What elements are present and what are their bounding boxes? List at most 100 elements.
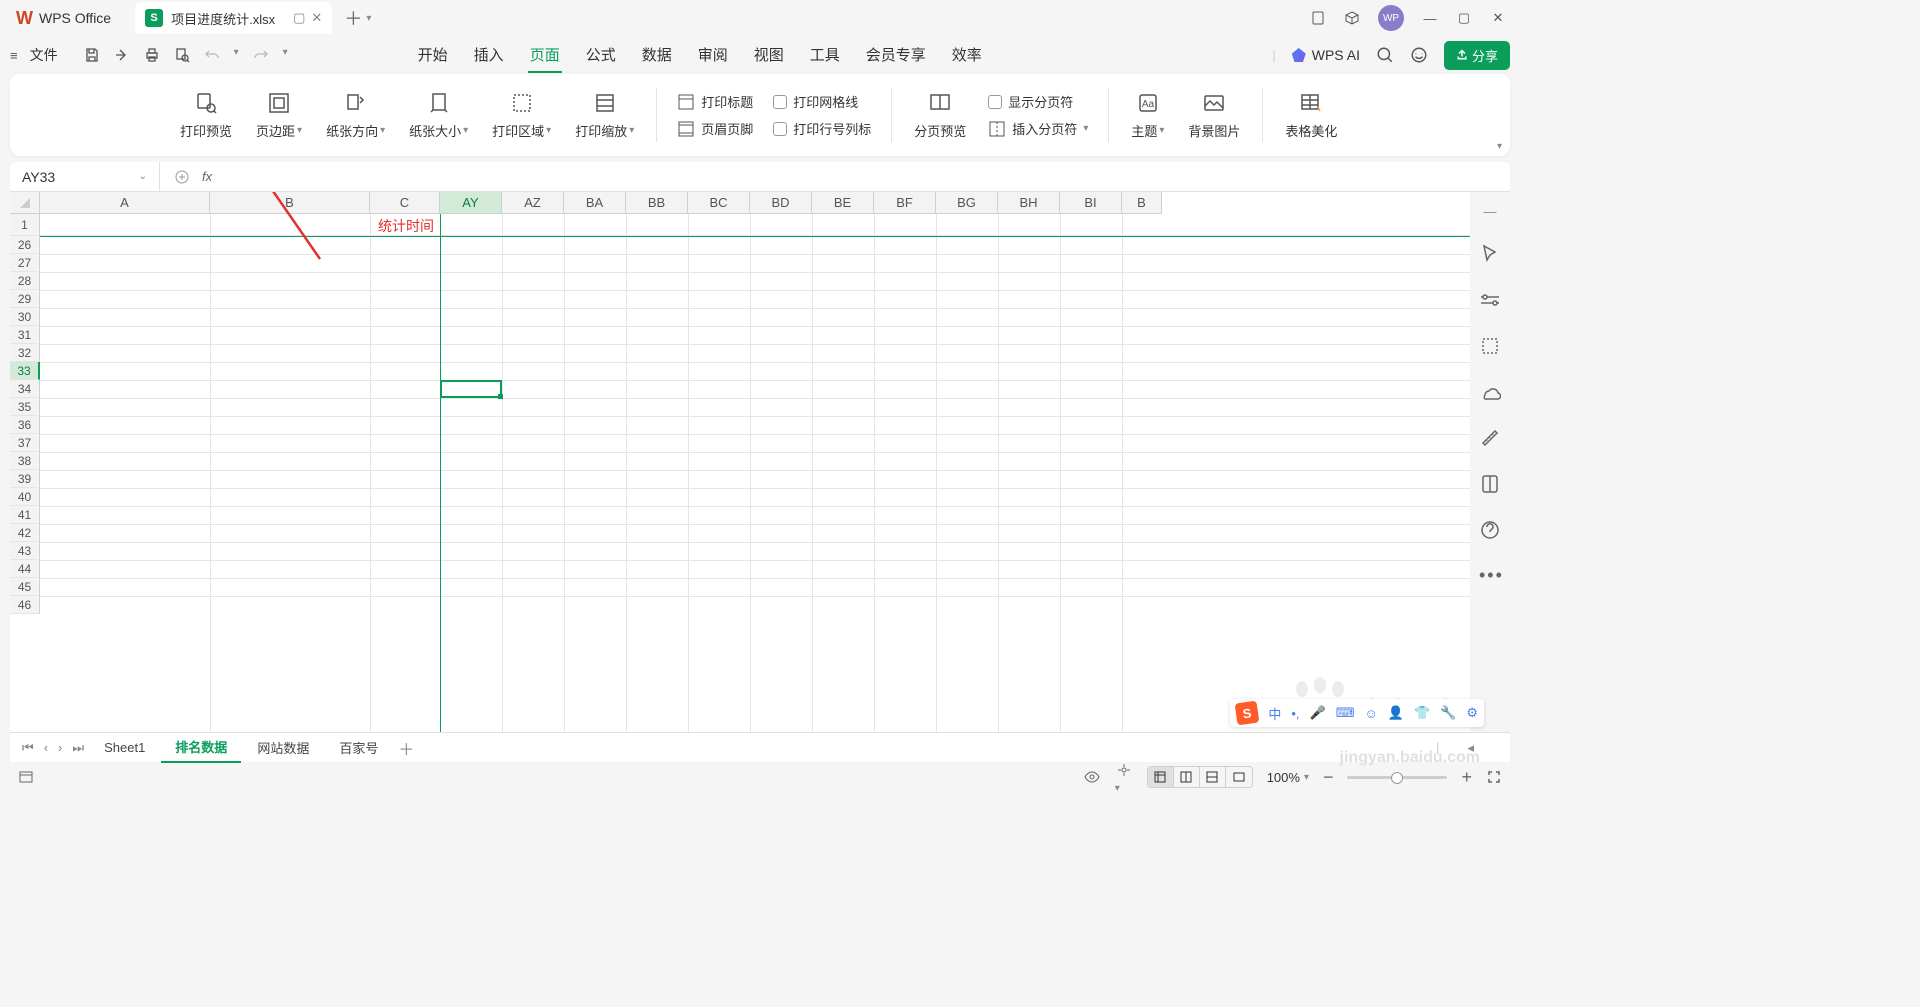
tab-view[interactable]: 视图 bbox=[752, 38, 786, 73]
cells-area[interactable]: 统计时间 bbox=[40, 214, 1470, 732]
ime-toolbox-icon[interactable]: 🔧 bbox=[1440, 705, 1456, 721]
paper-size-button[interactable]: 纸张大小▾ bbox=[399, 91, 478, 140]
smiley-icon[interactable] bbox=[1410, 46, 1428, 64]
search-icon[interactable] bbox=[1376, 46, 1394, 64]
row-header-35[interactable]: 35 bbox=[10, 398, 40, 416]
select-all-corner[interactable] bbox=[10, 192, 40, 214]
maximize-button[interactable]: ▢ bbox=[1456, 10, 1472, 26]
row-header-30[interactable]: 30 bbox=[10, 308, 40, 326]
focus-icon[interactable]: ▾ bbox=[1115, 761, 1133, 794]
tab-formula[interactable]: 公式 bbox=[584, 38, 618, 73]
paper-direction-button[interactable]: 纸张方向▾ bbox=[316, 91, 395, 140]
ime-user-icon[interactable]: 👤 bbox=[1388, 705, 1404, 721]
namebox-dropdown-icon[interactable]: ⌄ bbox=[139, 171, 147, 182]
zoom-in-button[interactable]: + bbox=[1461, 767, 1472, 788]
col-header-bf[interactable]: BF bbox=[874, 192, 936, 214]
col-header-partial[interactable]: B bbox=[1122, 192, 1162, 214]
row-header-40[interactable]: 40 bbox=[10, 488, 40, 506]
theme-button[interactable]: Aa 主题▾ bbox=[1121, 91, 1174, 140]
sheet-prev-icon[interactable]: ‹ bbox=[40, 740, 52, 755]
table-beautify-button[interactable]: 表格美化 bbox=[1275, 91, 1347, 140]
col-header-b[interactable]: B bbox=[210, 192, 370, 214]
document-tab[interactable]: S 项目进度统计.xlsx ▢ ✕ bbox=[135, 2, 332, 34]
sheet-first-icon[interactable]: ⏮ bbox=[18, 740, 38, 756]
sheet-tab-sheet1[interactable]: Sheet1 bbox=[90, 735, 159, 760]
ime-lang[interactable]: 中 bbox=[1268, 704, 1281, 723]
tab-member[interactable]: 会员专享 bbox=[864, 38, 928, 73]
row-header-32[interactable]: 32 bbox=[10, 344, 40, 362]
row-header-33[interactable]: 33 bbox=[10, 362, 40, 380]
tab-close-icon[interactable]: ✕ bbox=[311, 10, 322, 26]
ime-emoji-icon[interactable]: ☺ bbox=[1365, 706, 1378, 721]
show-page-breaks-checkbox[interactable]: 显示分页符 bbox=[988, 92, 1088, 111]
cloud-tool-icon[interactable] bbox=[1479, 381, 1501, 403]
bg-picture-button[interactable]: 背景图片 bbox=[1178, 91, 1250, 140]
sheet-next-icon[interactable]: › bbox=[54, 740, 66, 755]
redo-icon[interactable] bbox=[253, 47, 269, 63]
ime-voice-icon[interactable]: 🎤 bbox=[1310, 705, 1326, 721]
col-header-bi[interactable]: BI bbox=[1060, 192, 1122, 214]
row-header-42[interactable]: 42 bbox=[10, 524, 40, 542]
row-header-39[interactable]: 39 bbox=[10, 470, 40, 488]
eye-icon[interactable] bbox=[1083, 768, 1101, 786]
crop-tool-icon[interactable] bbox=[1479, 335, 1501, 357]
fullscreen-icon[interactable] bbox=[1486, 769, 1502, 785]
row-header-26[interactable]: 26 bbox=[10, 236, 40, 254]
sheet-last-icon[interactable]: ⏭ bbox=[68, 740, 88, 756]
tab-start[interactable]: 开始 bbox=[416, 38, 450, 73]
reading-view-button[interactable] bbox=[1226, 767, 1252, 787]
tab-options-icon[interactable]: ▢ bbox=[293, 10, 305, 26]
file-menu[interactable]: 文件 bbox=[22, 41, 66, 69]
settings-tool-icon[interactable] bbox=[1479, 289, 1501, 311]
row-header-36[interactable]: 36 bbox=[10, 416, 40, 434]
device-icon[interactable] bbox=[1310, 10, 1326, 26]
col-header-bg[interactable]: BG bbox=[936, 192, 998, 214]
row-header-1[interactable]: 1 bbox=[10, 214, 40, 236]
col-header-bc[interactable]: BC bbox=[688, 192, 750, 214]
tab-tools[interactable]: 工具 bbox=[808, 38, 842, 73]
print-title-button[interactable]: 打印标题 bbox=[677, 92, 753, 111]
wps-ai-button[interactable]: WPS AI bbox=[1292, 47, 1360, 63]
row-header-31[interactable]: 31 bbox=[10, 326, 40, 344]
ime-settings-icon[interactable]: ⚙ bbox=[1466, 705, 1478, 721]
more-tool-icon[interactable]: ••• bbox=[1479, 565, 1501, 587]
add-sheet-button[interactable]: ＋ bbox=[394, 736, 418, 760]
col-header-ay[interactable]: AY bbox=[440, 192, 502, 214]
col-header-az[interactable]: AZ bbox=[502, 192, 564, 214]
ime-skin-icon[interactable]: 👕 bbox=[1414, 705, 1430, 721]
sheet-tab-ranking[interactable]: 排名数据 bbox=[161, 732, 241, 763]
col-header-ba[interactable]: BA bbox=[564, 192, 626, 214]
zoom-level[interactable]: 100%▾ bbox=[1267, 770, 1309, 785]
sheet-tab-baijia[interactable]: 百家号 bbox=[325, 733, 392, 762]
tab-page[interactable]: 页面 bbox=[528, 38, 562, 73]
row-header-29[interactable]: 29 bbox=[10, 290, 40, 308]
print-gridlines-checkbox[interactable]: 打印网格线 bbox=[773, 92, 871, 111]
col-header-c[interactable]: C bbox=[370, 192, 440, 214]
row-header-34[interactable]: 34 bbox=[10, 380, 40, 398]
row-header-37[interactable]: 37 bbox=[10, 434, 40, 452]
col-header-bd[interactable]: BD bbox=[750, 192, 812, 214]
row-header-43[interactable]: 43 bbox=[10, 542, 40, 560]
page-margin-button[interactable]: 页边距▾ bbox=[246, 91, 312, 140]
col-header-a[interactable]: A bbox=[40, 192, 210, 214]
row-header-38[interactable]: 38 bbox=[10, 452, 40, 470]
row-header-27[interactable]: 27 bbox=[10, 254, 40, 272]
row-header-44[interactable]: 44 bbox=[10, 560, 40, 578]
print-area-button[interactable]: 打印区域▾ bbox=[482, 91, 561, 140]
tab-insert[interactable]: 插入 bbox=[472, 38, 506, 73]
ime-punct-icon[interactable]: •, bbox=[1291, 706, 1299, 721]
row-header-46[interactable]: 46 bbox=[10, 596, 40, 614]
save-as-icon[interactable] bbox=[114, 47, 130, 63]
tab-data[interactable]: 数据 bbox=[640, 38, 674, 73]
collapse-panel-icon[interactable]: — bbox=[1484, 204, 1497, 219]
row-header-28[interactable]: 28 bbox=[10, 272, 40, 290]
save-icon[interactable] bbox=[84, 47, 100, 63]
status-settings-icon[interactable] bbox=[18, 769, 34, 785]
normal-view-button[interactable] bbox=[1148, 767, 1174, 787]
cube-icon[interactable] bbox=[1344, 10, 1360, 26]
undo-icon[interactable] bbox=[204, 47, 220, 63]
ime-keyboard-icon[interactable]: ⌨ bbox=[1336, 705, 1355, 721]
col-header-bb[interactable]: BB bbox=[626, 192, 688, 214]
tab-review[interactable]: 审阅 bbox=[696, 38, 730, 73]
spreadsheet-grid[interactable]: A B C AY AZ BA BB BC BD BE BF BG BH BI B… bbox=[10, 192, 1470, 732]
